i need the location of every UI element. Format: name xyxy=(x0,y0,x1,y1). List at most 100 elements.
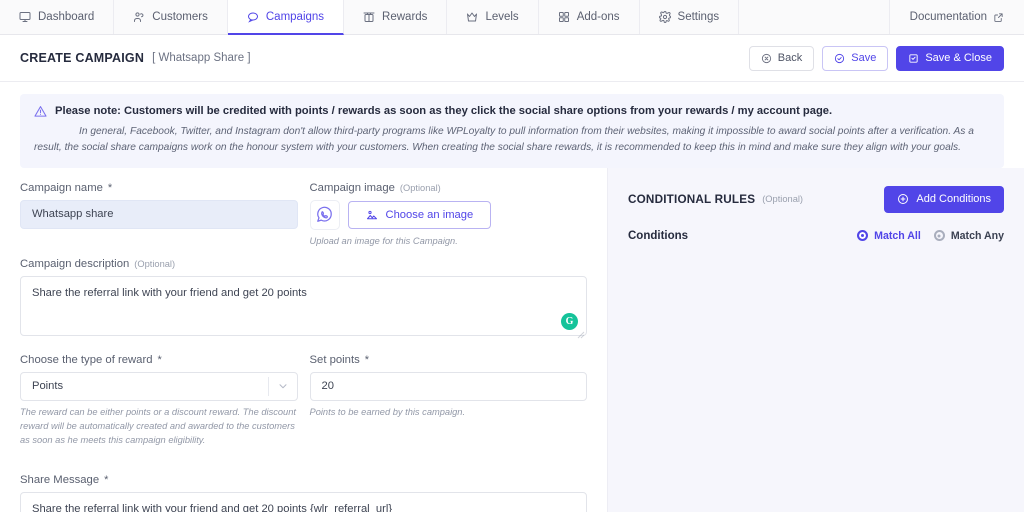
dashboard-icon xyxy=(19,11,31,23)
share-message-textarea[interactable]: Share the referral link with your friend… xyxy=(20,492,587,512)
back-button[interactable]: Back xyxy=(748,45,815,71)
match-any-radio[interactable]: Match Any xyxy=(933,229,1004,242)
campaign-description-label: Campaign description xyxy=(20,257,130,270)
nav-item-campaigns[interactable]: Campaigns xyxy=(227,0,345,35)
campaign-name-label-row: Campaign name * xyxy=(20,182,298,194)
campaign-image-label: Campaign image xyxy=(309,181,395,194)
match-mode-radio-group: Match All Match Any xyxy=(857,230,1004,242)
campaign-form-column: Campaign name * Campaign image (Optional… xyxy=(0,167,607,512)
grammarly-icon[interactable]: G xyxy=(561,312,578,330)
set-points-label-row: Set points * xyxy=(310,354,588,366)
grammarly-glyph: G xyxy=(565,315,574,327)
page-subtitle: [ Whatsapp Share ] xyxy=(152,52,251,64)
set-points-input[interactable] xyxy=(309,371,587,401)
add-conditions-label: Add Conditions xyxy=(916,193,991,206)
page-title: CREATE CAMPAIGN xyxy=(20,51,145,65)
plus-circle-icon xyxy=(897,193,909,205)
campaign-image-hint: Upload an image for this Campaign. xyxy=(309,235,458,246)
optional-marker: (Optional) xyxy=(762,194,804,205)
nav-item-levels[interactable]: Levels xyxy=(447,0,539,34)
reward-and-points-row: Choose the type of reward * The reward c… xyxy=(20,354,587,461)
notice-banner: Please note: Customers will be credited … xyxy=(20,94,1004,168)
back-label: Back xyxy=(777,52,803,64)
conditions-label: Conditions xyxy=(628,229,689,242)
users-icon xyxy=(133,11,145,23)
required-marker: * xyxy=(104,474,109,487)
gear-icon xyxy=(658,11,671,23)
required-marker: * xyxy=(157,353,162,366)
conditional-rules-title: CONDITIONAL RULES xyxy=(628,192,756,206)
optional-marker: (Optional) xyxy=(134,258,176,269)
campaign-image-field: Campaign image (Optional) Choose an imag… xyxy=(309,182,588,249)
save-label: Save xyxy=(851,52,877,64)
radio-unselected-icon xyxy=(933,230,945,242)
set-points-field: Set points * Points to be earned by this… xyxy=(309,354,588,448)
nav-item-customers[interactable]: Customers xyxy=(114,0,228,34)
campaign-image-label-row: Campaign image (Optional) xyxy=(310,182,588,194)
nav-label: Campaigns xyxy=(265,10,325,23)
nav-label: Dashboard xyxy=(38,11,95,23)
set-points-hint: Points to be earned by this campaign. xyxy=(309,406,466,417)
save-button[interactable]: Save xyxy=(822,45,889,71)
nav-label: Add-ons xyxy=(576,11,620,23)
whatsapp-icon xyxy=(315,205,334,224)
external-link-icon xyxy=(993,12,1004,23)
choose-an-image-button[interactable]: Choose an image xyxy=(347,200,492,229)
close-circle-icon xyxy=(761,53,772,64)
textarea-resize-handle[interactable] xyxy=(577,331,585,339)
upload-image-icon xyxy=(366,209,378,221)
match-all-radio[interactable]: Match All xyxy=(857,230,921,242)
reward-type-select[interactable] xyxy=(20,371,298,401)
add-conditions-button[interactable]: Add Conditions xyxy=(884,185,1004,213)
notice-wrapper: Please note: Customers will be credited … xyxy=(0,82,1024,168)
documentation-link[interactable]: Documentation xyxy=(890,0,1024,34)
header-actions: Back Save Save & Close xyxy=(748,45,1004,71)
name-and-image-row: Campaign name * Campaign image (Optional… xyxy=(20,182,587,262)
reward-type-label-row: Choose the type of reward * xyxy=(20,354,298,366)
set-points-label: Set points xyxy=(309,353,360,366)
campaign-image-thumbnail[interactable] xyxy=(309,199,340,230)
campaign-name-input[interactable] xyxy=(20,199,298,229)
campaign-description-wrapper: Share the referral link with your friend… xyxy=(20,275,587,341)
campaign-name-label: Campaign name xyxy=(20,181,103,194)
warning-triangle-icon xyxy=(34,105,47,118)
crown-icon xyxy=(466,11,478,23)
reward-type-hint: The reward can be either points or a dis… xyxy=(20,406,296,445)
notice-heading-row: Please note: Customers will be credited … xyxy=(34,104,990,119)
required-marker: * xyxy=(107,181,113,194)
select-divider xyxy=(267,376,269,396)
top-navigation: Dashboard Customers Campaigns Rewards Le… xyxy=(0,0,1024,35)
share-message-label: Share Message xyxy=(20,474,100,487)
reward-type-label: Choose the type of reward xyxy=(20,353,153,366)
nav-item-rewards[interactable]: Rewards xyxy=(344,0,448,34)
save-box-icon xyxy=(908,53,919,64)
reward-type-field: Choose the type of reward * The reward c… xyxy=(20,354,298,448)
gift-icon xyxy=(363,11,375,23)
save-and-close-button[interactable]: Save & Close xyxy=(896,45,1004,71)
campaign-name-field: Campaign name * xyxy=(20,182,298,249)
nav-label: Levels xyxy=(485,11,519,23)
save-and-close-label: Save & Close xyxy=(925,52,992,64)
conditional-rules-panel: CONDITIONAL RULES (Optional) Add Conditi… xyxy=(607,167,1024,512)
choose-an-image-label: Choose an image xyxy=(385,208,474,221)
check-circle-icon xyxy=(834,53,845,64)
nav-label: Customers xyxy=(152,11,208,23)
campaign-description-field: Campaign description (Optional) Share th… xyxy=(20,258,587,341)
conditional-rules-header: CONDITIONAL RULES (Optional) Add Conditi… xyxy=(628,185,1004,213)
match-all-label: Match All xyxy=(874,229,921,242)
campaigns-icon xyxy=(247,11,259,23)
share-message-wrapper: Share the referral link with your friend… xyxy=(20,492,587,512)
nav-item-settings[interactable]: Settings xyxy=(640,0,740,34)
match-any-label: Match Any xyxy=(950,229,1004,242)
campaign-image-row: Choose an image xyxy=(309,199,588,230)
campaign-description-textarea[interactable]: Share the referral link with your friend… xyxy=(20,275,587,336)
conditions-row: Conditions Match All Match Any xyxy=(628,230,1004,242)
nav-label: Settings xyxy=(677,11,720,23)
nav-label: Rewards xyxy=(382,11,428,23)
nav-item-dashboard[interactable]: Dashboard xyxy=(0,0,115,34)
nav-item-addons[interactable]: Add-ons xyxy=(539,0,640,34)
required-marker: * xyxy=(364,353,370,366)
page-header: CREATE CAMPAIGN [ Whatsapp Share ] Back … xyxy=(0,35,1024,82)
documentation-label: Documentation xyxy=(909,11,987,23)
notice-heading: Please note: Customers will be credited … xyxy=(55,105,833,117)
